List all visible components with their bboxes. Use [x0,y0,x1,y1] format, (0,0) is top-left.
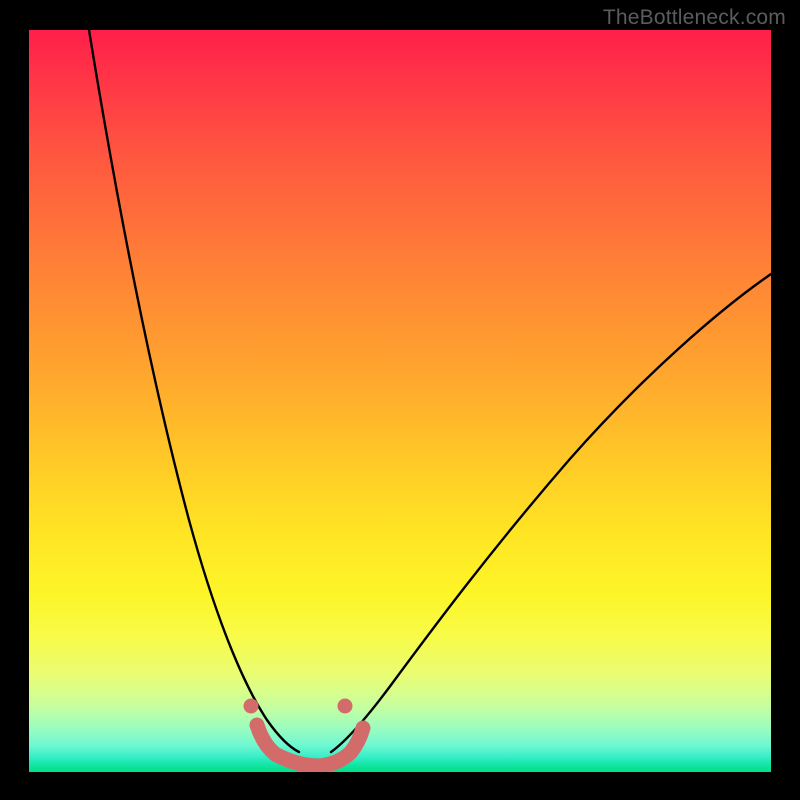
watermark-text: TheBottleneck.com [603,6,786,30]
chart-frame: TheBottleneck.com [0,0,800,800]
plot-area [29,30,771,772]
floor-band [257,725,363,766]
left-end-dot [244,699,259,714]
right-end-dot [338,699,353,714]
right-curve [331,274,771,752]
left-curve [89,30,299,752]
chart-svg [29,30,771,772]
